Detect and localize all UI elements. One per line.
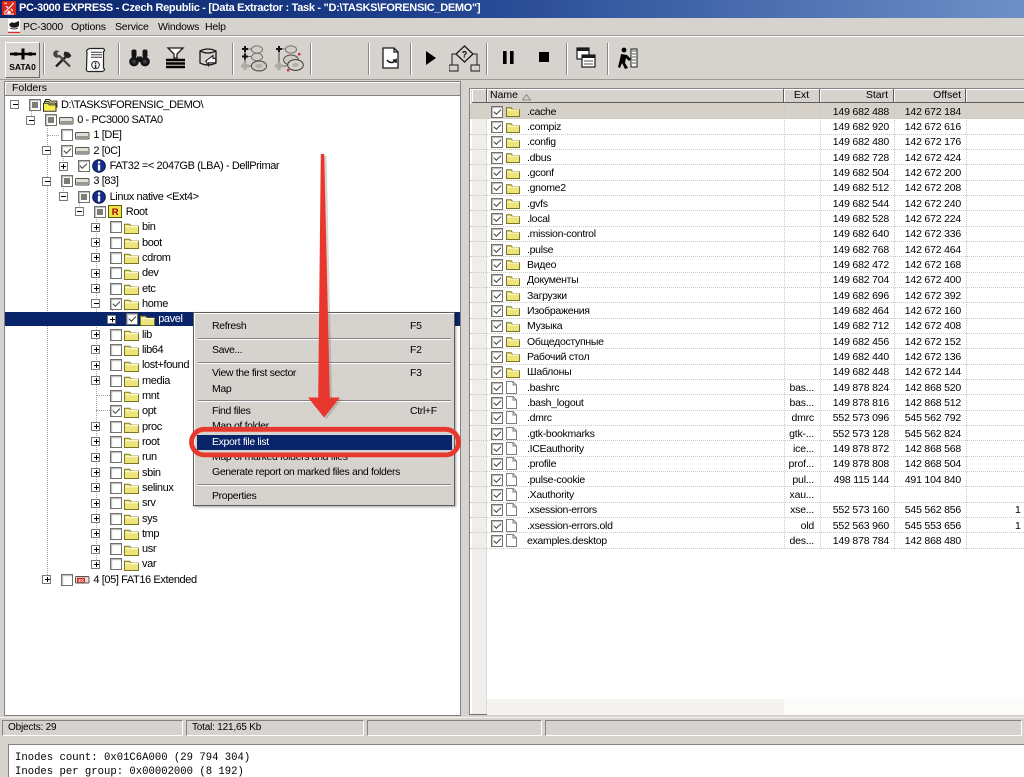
svg-text:?: ?: [462, 50, 468, 60]
svg-text:EX: EX: [79, 578, 85, 583]
svg-text:R: R: [112, 208, 119, 219]
